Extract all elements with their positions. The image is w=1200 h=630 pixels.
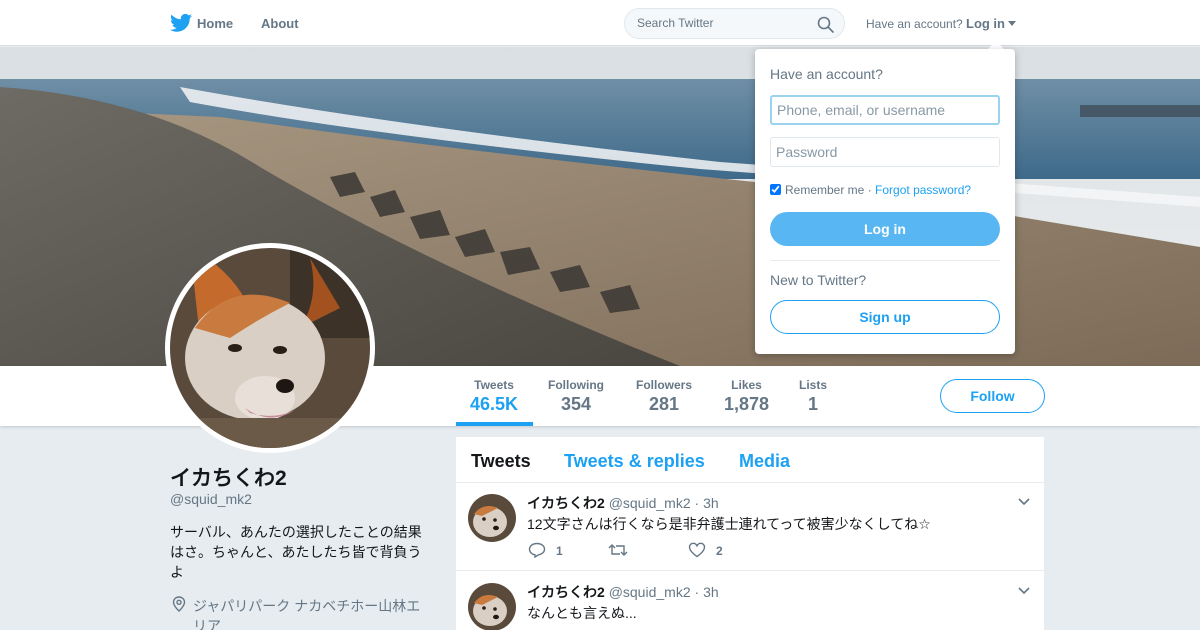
dropdown-title: Have an account? [770,66,883,82]
tab-media[interactable]: Media [739,451,790,472]
tweet-item[interactable]: イカちくわ2 @squid_mk2 · 3h 12文字さんは行くなら是非弁護士連… [456,483,1044,571]
fox-avatar-image [170,248,370,448]
tweet-timestamp[interactable]: 3h [703,584,719,600]
tweet-avatar[interactable] [468,583,516,630]
signup-button[interactable]: Sign up [770,300,1000,334]
follow-button[interactable]: Follow [940,379,1045,413]
timeline-tabs: Tweets Tweets & replies Media [456,437,1044,483]
chevron-down-icon[interactable] [1018,498,1030,506]
stat-label: Lists [799,378,828,392]
stat-following[interactable]: Following 354 [548,378,604,415]
stat-value: 281 [648,394,680,414]
new-to-twitter-text: New to Twitter? [770,272,867,288]
remember-separator: · [867,183,872,197]
stat-lists[interactable]: Lists 1 [799,378,827,415]
tweet-author-name[interactable]: イカちくわ2 [527,495,605,511]
tweet-separator: · [694,584,700,600]
tweet-timestamp[interactable]: 3h [703,495,719,511]
login-dropdown-toggle[interactable]: Log in [966,16,1005,31]
profile-handle[interactable]: @squid_mk2 [170,491,252,507]
remember-row: Remember me · Forgot password? [770,183,971,197]
nav-about-link[interactable]: About [261,16,299,31]
profile-name[interactable]: イカちくわ2 [170,462,287,492]
stat-label: Followers [636,378,693,392]
remember-me-checkbox[interactable] [770,184,781,195]
location-pin-icon [172,596,186,612]
divider [770,260,1000,261]
tweet-header: イカちくわ2 @squid_mk2 · 3h [527,582,719,602]
login-dropdown: Have an account? Remember me · Forgot pa… [755,49,1015,354]
tweet-avatar[interactable] [468,494,516,542]
top-nav-bar: Home About Have an account? Log in [0,0,1200,46]
login-button[interactable]: Log in [770,212,1000,246]
like-heart-icon[interactable] [688,542,706,558]
stat-label: Tweets [474,378,514,392]
remember-me-label[interactable]: Remember me [785,183,864,197]
stat-label: Following [548,378,604,392]
stat-value: 46.5K [470,394,519,414]
search-box[interactable] [624,8,845,39]
stat-value: 354 [560,394,592,414]
twitter-bird-icon[interactable] [170,13,192,33]
tweet-item[interactable]: イカちくわ2 @squid_mk2 · 3h なんとも言えぬ... [456,571,1044,630]
tab-tweets-replies[interactable]: Tweets & replies [564,451,705,472]
tab-tweets[interactable]: Tweets [471,451,531,472]
stat-value: 1 [808,394,819,414]
have-account-text: Have an account? [866,17,963,31]
stat-label: Likes [731,378,762,392]
forgot-password-link[interactable]: Forgot password? [875,183,971,197]
username-field[interactable] [770,95,1000,125]
like-count: 2 [716,544,723,558]
tweet-text: なんとも言えぬ... [527,605,637,621]
tweet-header: イカちくわ2 @squid_mk2 · 3h [527,493,719,513]
timeline: Tweets Tweets & replies Media イカちくわ2 @sq… [456,437,1044,630]
tweet-author-handle[interactable]: @squid_mk2 [609,495,691,511]
nav-home-link[interactable]: Home [197,16,233,31]
stat-likes[interactable]: Likes 1,878 [724,378,769,415]
reply-icon[interactable] [528,542,546,558]
chevron-down-icon[interactable] [1008,21,1016,26]
reply-count: 1 [556,544,563,558]
fox-avatar-image [468,583,516,630]
chevron-down-icon[interactable] [1018,587,1030,595]
stat-followers[interactable]: Followers 281 [636,378,692,415]
search-input[interactable] [637,16,807,30]
fox-avatar-image [468,494,516,542]
retweet-icon[interactable] [608,542,628,558]
stat-tweets[interactable]: Tweets 46.5K [470,378,518,415]
active-stat-indicator [456,422,533,426]
stat-value: 1,878 [724,394,770,414]
tweet-separator: · [694,495,700,511]
profile-location: ジャパリパーク ナカベチホー山林エリア [193,598,421,630]
profile-avatar[interactable] [165,243,375,453]
tweet-text: 12文字さんは行くなら是非弁護士連れてって被害少なくしてね☆ [527,516,931,532]
search-icon[interactable] [817,16,834,33]
tweet-author-name[interactable]: イカちくわ2 [527,584,605,600]
profile-bio: サーバル、あんたの選択したことの結果はさ。ちゃんと、あたしたち皆で背負うよ [170,524,422,580]
password-field[interactable] [770,137,1000,167]
tweet-author-handle[interactable]: @squid_mk2 [609,584,691,600]
